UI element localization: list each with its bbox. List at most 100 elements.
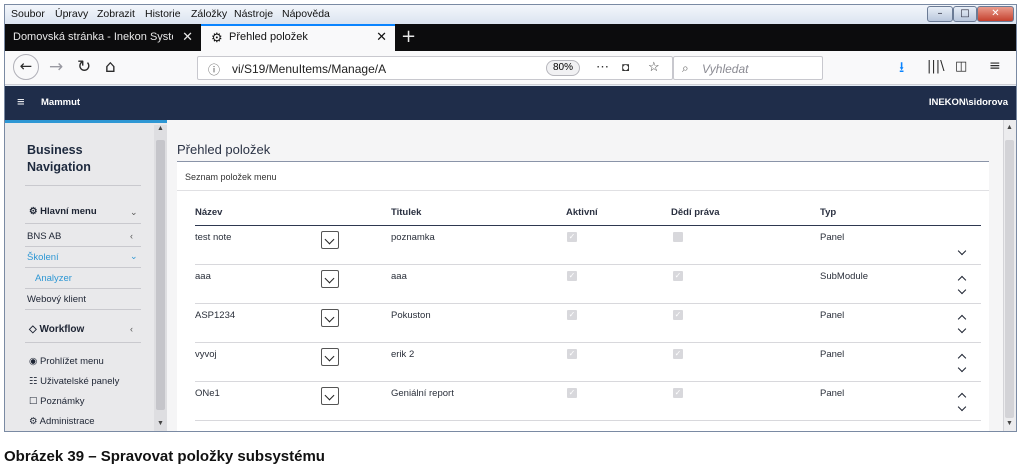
col-header-inherits[interactable]: Dědí práva	[671, 207, 720, 218]
col-header-active[interactable]: Aktivní	[566, 207, 598, 218]
active-checkbox[interactable]: ✓	[567, 232, 577, 242]
sidebar-main-menu[interactable]: ⚙ Hlavní menu	[29, 206, 97, 217]
maximize-button[interactable]: □	[953, 6, 977, 22]
move-down-icon[interactable]	[957, 402, 969, 416]
pocket-icon[interactable]: ◘	[622, 60, 629, 74]
table-row[interactable]: ASP1234 Pokuston ✓ ✓ Panel	[195, 304, 981, 343]
tab-item-overview[interactable]: ⚙ Přehled položek ✕	[201, 24, 395, 51]
hamburger-menu-icon[interactable]: ≡	[989, 58, 1001, 74]
sidebar-item-skoleni[interactable]: Školení	[27, 252, 59, 263]
inherits-checkbox[interactable]	[673, 232, 683, 242]
table-row[interactable]: aaa aaa ✓ ✓ SubModule	[195, 265, 981, 304]
tab-home-close-icon[interactable]: ✕	[182, 29, 193, 45]
chevron-left-icon[interactable]: ‹	[130, 231, 133, 241]
row-name: aaa	[195, 271, 211, 282]
menu-napoveda[interactable]: Nápověda	[282, 8, 330, 20]
panel-title: Seznam položek menu	[185, 172, 277, 182]
new-tab-icon[interactable]: +	[401, 26, 416, 47]
url-bar[interactable]: ⓘ vi/S19/MenuItems/Manage/A 80% ⋯ ◘ ☆	[197, 56, 673, 80]
inherits-checkbox[interactable]: ✓	[673, 349, 683, 359]
menu-upravy[interactable]: Úpravy	[55, 8, 88, 20]
sidebar-scrollbar-thumb[interactable]	[156, 140, 165, 410]
items-panel: Seznam položek menu Název Titulek Aktivn…	[177, 162, 989, 431]
window-close-button[interactable]: ✕	[977, 6, 1014, 22]
info-icon[interactable]: ⓘ	[208, 61, 220, 78]
sidebar-divider	[25, 246, 141, 247]
chevron-down-icon[interactable]: ⌄	[130, 207, 138, 218]
row-dropdown-button[interactable]	[321, 231, 339, 249]
sidebar-item-analyzer[interactable]: Analyzer	[35, 273, 72, 284]
search-input[interactable]: ⌕ Vyhledat	[673, 56, 823, 80]
active-checkbox[interactable]: ✓	[567, 349, 577, 359]
tab-item-overview-label: Přehled položek	[229, 31, 308, 43]
tab-close-icon[interactable]: ✕	[376, 29, 387, 45]
move-up-icon[interactable]	[957, 390, 969, 402]
sidebar-tool-view-menu[interactable]: ◉ Prohlížet menu	[29, 356, 104, 367]
active-checkbox[interactable]: ✓	[567, 310, 577, 320]
app-menu-icon[interactable]: ≡	[17, 94, 25, 109]
inherits-checkbox[interactable]: ✓	[673, 271, 683, 281]
sidebar-item-web-client[interactable]: Webový klient	[27, 294, 86, 305]
col-header-title[interactable]: Titulek	[391, 207, 421, 218]
table-row[interactable]: test note poznamka ✓ Panel	[195, 226, 981, 265]
row-name: test note	[195, 232, 232, 243]
library-icon[interactable]: |||\	[927, 59, 945, 74]
menu-nastroje[interactable]: Nástroje	[234, 8, 273, 20]
zoom-indicator[interactable]: 80%	[546, 60, 580, 76]
forward-arrow-icon[interactable]: →	[49, 57, 63, 77]
inherits-checkbox[interactable]: ✓	[673, 310, 683, 320]
menu-historie[interactable]: Historie	[145, 8, 181, 20]
col-header-type[interactable]: Typ	[820, 207, 836, 218]
row-dropdown-button[interactable]	[321, 387, 339, 405]
move-down-icon[interactable]	[957, 363, 969, 377]
search-icon: ⌕	[682, 61, 689, 75]
bookmark-star-icon[interactable]: ☆	[648, 59, 660, 75]
sidebar-toggle-icon[interactable]: ◫	[955, 59, 967, 74]
inherits-checkbox[interactable]: ✓	[673, 388, 683, 398]
reload-icon[interactable]: ↻	[77, 57, 91, 77]
chevron-left-icon[interactable]: ‹	[130, 324, 133, 334]
table-row[interactable]: ONe1 Geniální report ✓ ✓ Panel	[195, 382, 981, 421]
more-actions-icon[interactable]: ⋯	[596, 59, 609, 75]
move-down-icon[interactable]	[957, 285, 969, 299]
active-checkbox[interactable]: ✓	[567, 388, 577, 398]
table-row[interactable]: vyvoj erik 2 ✓ ✓ Panel	[195, 343, 981, 382]
main-scrollbar-thumb[interactable]	[1005, 140, 1014, 418]
sidebar-tool-administration[interactable]: ⚙ Administrace	[29, 416, 95, 427]
minimize-button[interactable]: –	[927, 6, 953, 22]
chevron-down-icon	[324, 390, 335, 401]
move-up-icon[interactable]	[957, 351, 969, 363]
sidebar-tool-notes[interactable]: ☐ Poznámky	[29, 396, 85, 407]
row-title: Pokuston	[391, 310, 431, 321]
active-checkbox[interactable]: ✓	[567, 271, 577, 281]
move-down-icon[interactable]	[957, 324, 969, 338]
menu-zobrazit[interactable]: Zobrazit	[97, 8, 135, 20]
move-up-icon[interactable]	[957, 312, 969, 324]
menu-soubor[interactable]: Soubor	[11, 8, 45, 20]
menu-zalozky[interactable]: Záložky	[191, 8, 227, 20]
col-header-name[interactable]: Název	[195, 207, 222, 218]
row-title: Geniální report	[391, 388, 454, 399]
note-icon: ☐	[29, 396, 41, 407]
scroll-down-icon[interactable]: ▼	[157, 420, 164, 427]
move-up-icon[interactable]	[957, 273, 969, 285]
sidebar-item-bns-ab[interactable]: BNS AB	[27, 231, 61, 242]
sidebar-workflow[interactable]: ◇ Workflow	[29, 324, 84, 335]
user-name[interactable]: INEKON\sidorova	[929, 97, 1008, 108]
back-arrow-icon[interactable]: ←	[13, 54, 39, 80]
app-brand[interactable]: Mammut	[41, 97, 80, 108]
sidebar-title-line1: Business	[27, 143, 83, 157]
row-dropdown-button[interactable]	[321, 348, 339, 366]
home-icon[interactable]: ⌂	[105, 57, 116, 77]
sidebar-tool-user-panels[interactable]: ☷ Uživatelské panely	[29, 376, 119, 387]
tab-home[interactable]: Domovská stránka - Inekon System ✕	[5, 24, 201, 51]
download-icon[interactable]: ⭳	[899, 57, 904, 82]
chevron-down-icon[interactable]: ⌄	[130, 251, 138, 262]
row-dropdown-button[interactable]	[321, 309, 339, 327]
move-down-icon[interactable]	[957, 246, 969, 260]
row-dropdown-button[interactable]	[321, 270, 339, 288]
scroll-up-icon[interactable]: ▲	[157, 125, 164, 132]
sidebar-title-line2: Navigation	[27, 160, 91, 174]
scroll-down-icon[interactable]: ▼	[1006, 420, 1013, 427]
scroll-up-icon[interactable]: ▲	[1006, 124, 1013, 131]
